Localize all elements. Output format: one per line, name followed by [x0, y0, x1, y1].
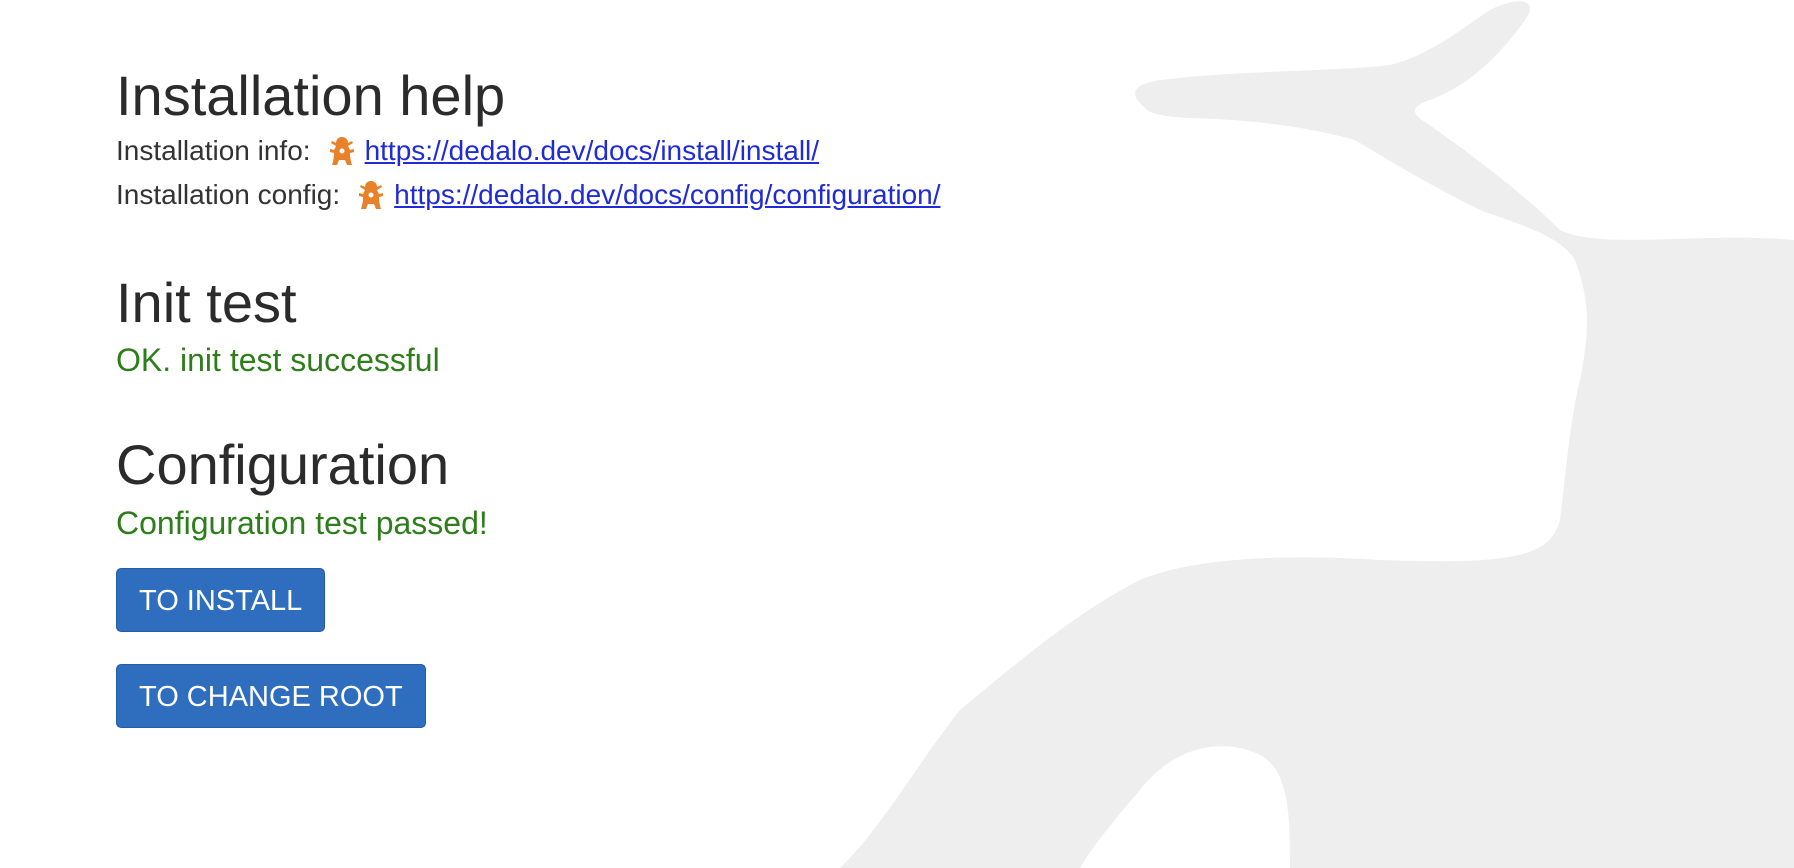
dedalo-logo-icon — [329, 137, 354, 166]
installation-config-row: Installation config: https://dedalo.dev/… — [116, 173, 941, 217]
to-change-root-button[interactable]: TO CHANGE ROOT — [116, 663, 426, 728]
installation-info-link[interactable]: https://dedalo.dev/docs/install/install/ — [365, 135, 819, 167]
init-test-section: Init test OK. init test successful — [116, 269, 941, 379]
installation-help-section: Installation help Installation info: htt… — [116, 62, 941, 217]
init-test-status: OK. init test successful — [116, 342, 440, 379]
installation-info-label: Installation info: — [116, 135, 311, 167]
installation-info-row: Installation info: https://dedalo.dev/do… — [116, 129, 941, 173]
configuration-title: Configuration — [116, 433, 450, 497]
installation-config-link[interactable]: https://dedalo.dev/docs/config/configura… — [394, 179, 940, 211]
init-test-title: Init test — [116, 271, 297, 335]
configuration-status: Configuration test passed! — [116, 504, 488, 541]
main-content: Installation help Installation info: htt… — [116, 62, 941, 728]
to-install-button[interactable]: TO INSTALL — [116, 567, 326, 632]
installation-help-title: Installation help — [116, 64, 506, 127]
configuration-section: Configuration Configuration test passed! — [116, 431, 941, 541]
installation-config-label: Installation config: — [116, 179, 341, 211]
dedalo-logo-icon — [359, 181, 384, 210]
